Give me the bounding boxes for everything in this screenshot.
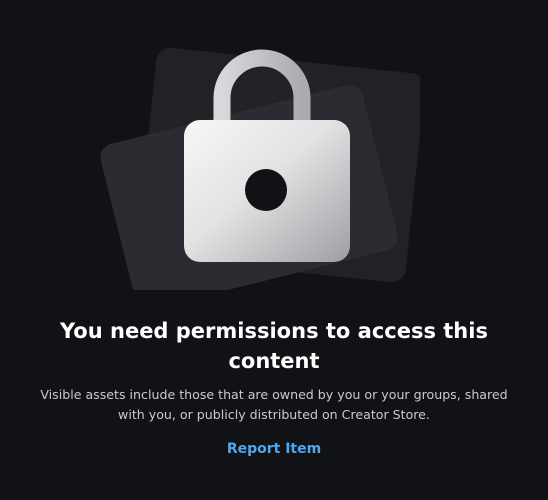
locked-content-illustration xyxy=(100,40,420,290)
permission-description: Visible assets include those that are ow… xyxy=(40,387,508,422)
keyhole xyxy=(245,169,287,211)
report-item-link[interactable]: Report Item xyxy=(174,438,374,460)
permission-title: You need permissions to access this cont… xyxy=(60,319,488,373)
lock-icon xyxy=(100,47,420,290)
permissions-page: You need permissions to access this cont… xyxy=(0,0,548,500)
